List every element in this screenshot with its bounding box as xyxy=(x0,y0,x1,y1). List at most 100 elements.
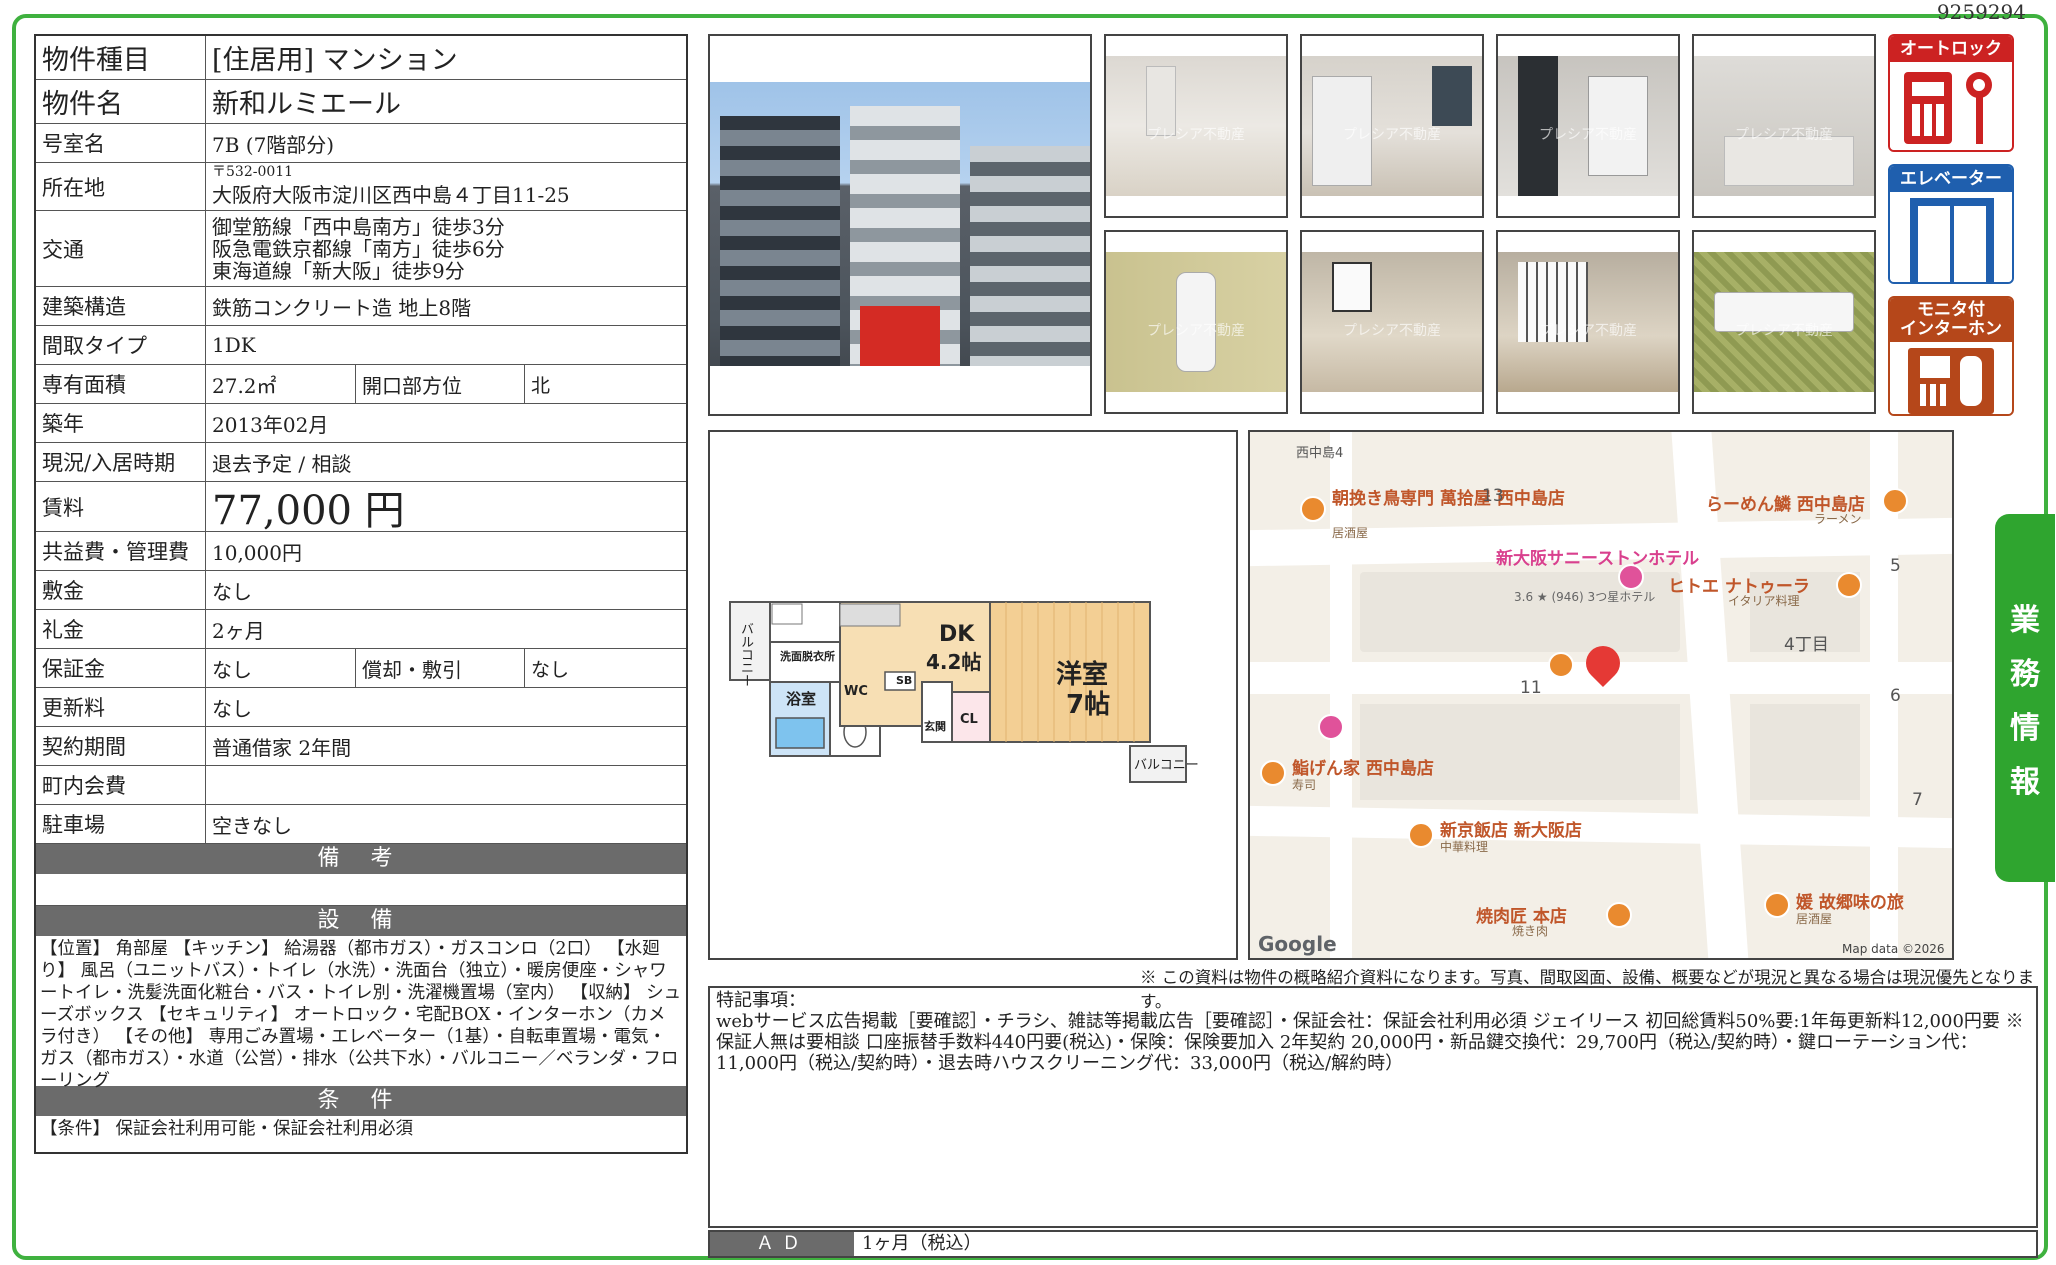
tab-char: 業 xyxy=(2010,603,2040,638)
western-room-size: 7帖 xyxy=(1066,690,1111,720)
value: 7B (7階部分) xyxy=(212,132,335,157)
watermark: プレシア不動産 xyxy=(1343,323,1441,339)
interior-photo: プレシア不動産 xyxy=(1300,34,1484,218)
label: 共益費・管理費 xyxy=(36,532,206,570)
value: 普通借家 2年間 xyxy=(212,735,352,760)
station-label: 西中島4 xyxy=(1296,446,1344,461)
place-category: 焼き肉 xyxy=(1512,924,1549,938)
dk-size: 4.2帖 xyxy=(926,650,982,674)
row-status: 現況/入居時期 退去予定 / 相談 xyxy=(36,443,686,482)
row-common-fee: 共益費・管理費 10,000円 xyxy=(36,532,686,571)
interior-photo: プレシア不動産 xyxy=(1496,34,1680,218)
entrance-label: 玄関 xyxy=(924,720,946,733)
label: 専有面積 xyxy=(36,365,206,403)
hotel-pin-icon xyxy=(1318,714,1344,740)
row-contract: 契約期間 普通借家 2年間 xyxy=(36,727,686,766)
value: 27.2㎡ xyxy=(212,373,277,398)
restaurant-pin-icon xyxy=(1606,902,1632,928)
watermark: プレシア不動産 xyxy=(1539,323,1637,339)
ad-row: ＡＤ 1ヶ月（税込） xyxy=(708,1230,2038,1258)
tab-char: 務 xyxy=(2010,657,2040,692)
row-room: 号室名 7B (7階部分) xyxy=(36,124,686,163)
row-neighborhood-fee: 町内会費 xyxy=(36,766,686,805)
equipment-text: 【位置】 角部屋 【キッチン】 給湯器（都市ガス）・ガスコンロ（2口） 【水廻り… xyxy=(40,939,682,1091)
address: 大阪府大阪市淀川区西中島４丁目11-25 xyxy=(212,183,570,207)
row-key-money: 礼金 2ヶ月 xyxy=(36,610,686,649)
conditions-text: 【条件】 保証会社利用可能・保証会社利用必須 xyxy=(40,1119,414,1139)
block-number: 6 xyxy=(1890,686,1901,706)
access-line: 東海道線「新大阪」徒歩9分 xyxy=(212,258,465,283)
row-guarantee: 保証金 なし 償却・敷引 なし xyxy=(36,649,686,688)
business-info-tab[interactable]: 業 務 情 報 xyxy=(1995,514,2055,882)
place-name: 新大阪サニーストンホテル xyxy=(1496,549,1700,569)
block-number: 13 xyxy=(1482,486,1504,506)
sb-label: SB xyxy=(896,674,913,687)
map: 西中島4 朝挽き鳥専門 萬拾屋 西中島店 居酒屋 らーめん鱗 西中島店 ラーメン… xyxy=(1248,430,1954,960)
value: 退去予定 / 相談 xyxy=(212,451,352,476)
bathroom-label: 浴室 xyxy=(786,690,817,708)
value: 10,000円 xyxy=(212,540,302,565)
dk-label: DK xyxy=(939,622,975,647)
label: 所在地 xyxy=(36,163,206,210)
special-notes: 特記事項： webサービス広告掲載［要確認］・チラシ、雑誌等掲載広告［要確認］・… xyxy=(708,986,2038,1228)
equipment-header: 設 備 xyxy=(36,906,686,936)
sub-value: なし xyxy=(531,658,570,681)
restaurant-pin-icon xyxy=(1548,652,1574,678)
place-category: ラーメン xyxy=(1814,512,1862,526)
label: 号室名 xyxy=(36,124,206,162)
value: 鉄筋コンクリート造 地上8階 xyxy=(212,295,472,320)
value: 2013年02月 xyxy=(212,412,329,437)
tab-char: 情 xyxy=(2010,711,2040,746)
label: 敷金 xyxy=(36,571,206,609)
label: 契約期間 xyxy=(36,727,206,765)
row-rent: 賃料 77,000 円 xyxy=(36,482,686,534)
watermark: プレシア不動産 xyxy=(1539,127,1637,143)
label: 現況/入居時期 xyxy=(36,443,206,481)
balcony-label: バルコニー xyxy=(738,622,753,687)
label: 建築構造 xyxy=(36,287,206,325)
sub-label: 償却・敷引 xyxy=(355,649,525,687)
interior-photo: プレシア不動産 xyxy=(1300,230,1484,414)
restaurant-pin-icon xyxy=(1882,488,1908,514)
label: 駐車場 xyxy=(36,805,206,843)
block-number: 5 xyxy=(1890,556,1901,576)
remarks-text xyxy=(36,874,686,906)
value: なし xyxy=(212,579,252,604)
place-name: 朝挽き鳥専門 萬拾屋 西中島店 xyxy=(1332,489,1565,509)
value: 新和ルミエール xyxy=(212,89,401,120)
watermark: プレシア不動産 xyxy=(1735,127,1833,143)
restaurant-pin-icon xyxy=(1836,572,1862,598)
value: [住居用] マンション xyxy=(212,45,458,76)
postal-code: 〒532-0011 xyxy=(212,164,294,180)
label: 築年 xyxy=(36,404,206,442)
document-id: 9259294 xyxy=(1936,0,2026,24)
row-type: 物件種目 [住居用] マンション xyxy=(36,36,686,80)
row-built: 築年 2013年02月 xyxy=(36,404,686,443)
label: 賃料 xyxy=(36,482,206,531)
restaurant-pin-icon xyxy=(1408,822,1434,848)
conditions-header: 条 件 xyxy=(36,1086,686,1116)
ad-value: 1ヶ月（税込） xyxy=(862,1233,982,1254)
row-address: 所在地 〒532-0011 大阪府大阪市淀川区西中島４丁目11-25 xyxy=(36,163,686,211)
interior-photo: プレシア不動産 xyxy=(1496,230,1680,414)
rent-value: 77,000 円 xyxy=(212,487,405,534)
value: 1DK xyxy=(212,333,256,357)
row-structure: 建築構造 鉄筋コンクリート造 地上8階 xyxy=(36,287,686,326)
watermark: プレシア不動産 xyxy=(1147,127,1245,143)
interior-photo: プレシア不動産 xyxy=(1104,34,1288,218)
restaurant-pin-icon xyxy=(1764,892,1790,918)
value xyxy=(206,766,686,804)
remarks-header: 備 考 xyxy=(36,844,686,874)
sub-label: 開口部方位 xyxy=(355,365,525,403)
special-notes-text: webサービス広告掲載［要確認］・チラシ、雑誌等掲載広告［要確認］・保証会社：保… xyxy=(716,1011,2024,1074)
interior-photo: プレシア不動産 xyxy=(1104,230,1288,414)
row-deposit: 敷金 なし xyxy=(36,571,686,610)
value: 2ヶ月 xyxy=(212,618,265,643)
building-photo xyxy=(708,34,1092,416)
washroom-label: 洗面脱衣所 xyxy=(780,650,835,663)
interior-photo: プレシア不動産 xyxy=(1692,230,1876,414)
ad-label: ＡＤ xyxy=(710,1232,854,1256)
value: 空きなし xyxy=(212,813,292,838)
restaurant-pin-icon xyxy=(1260,760,1286,786)
elevator-icon: エレベーター xyxy=(1888,164,2014,284)
